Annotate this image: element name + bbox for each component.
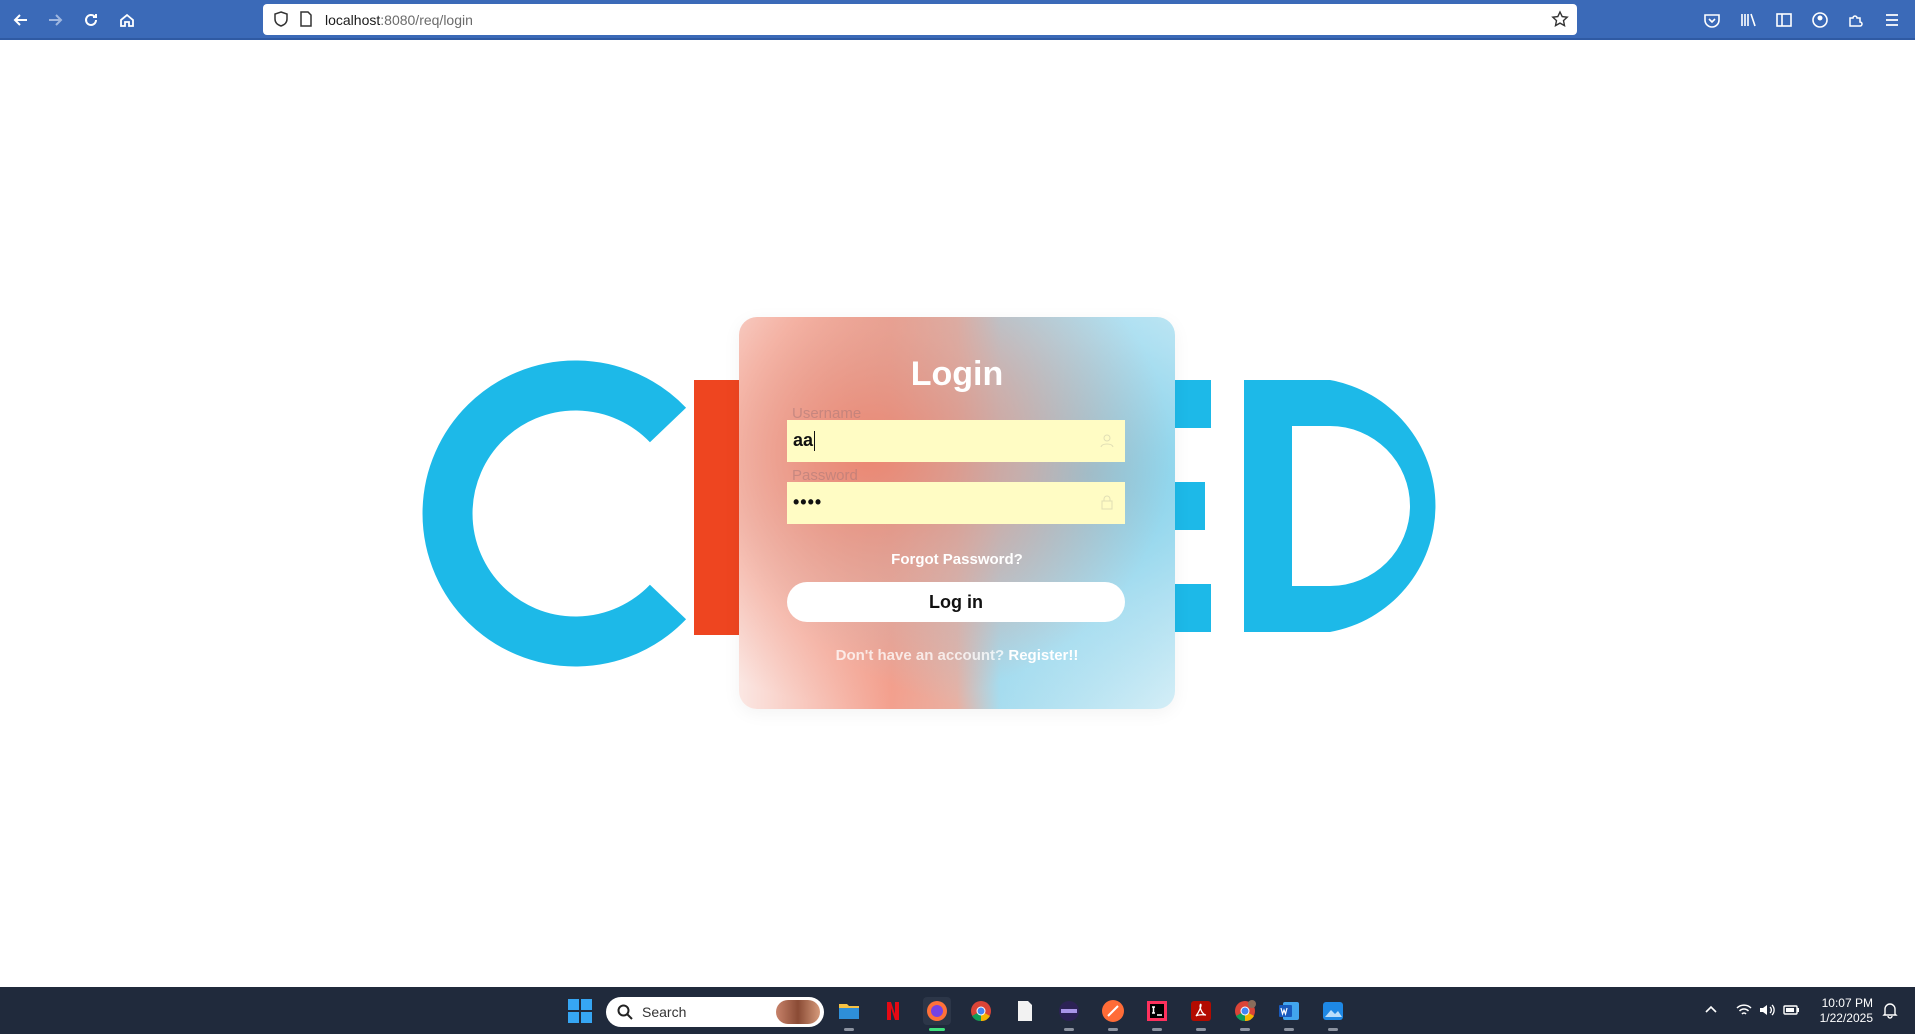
logo-letter-d	[1244, 380, 1436, 632]
login-card: Login Username aa Password •••• Forgot P…	[739, 317, 1175, 709]
firefox-icon[interactable]	[923, 997, 951, 1031]
pocket-icon[interactable]	[1703, 11, 1721, 29]
back-button[interactable]	[7, 6, 35, 34]
login-title: Login	[910, 355, 1004, 393]
notepad-icon[interactable]	[1011, 997, 1039, 1025]
intellij-icon[interactable]	[1143, 997, 1171, 1031]
page-content: Login Username aa Password •••• Forgot P…	[0, 40, 1915, 987]
text-caret	[814, 431, 816, 452]
running-indicator	[1196, 1028, 1206, 1031]
logo-letter-e-top	[1175, 380, 1211, 428]
chevron-up-icon[interactable]	[1702, 1001, 1720, 1019]
search-icon	[617, 1004, 633, 1020]
photos-icon[interactable]	[1319, 997, 1347, 1031]
battery-icon[interactable]	[1782, 1001, 1800, 1019]
search-label: Search	[642, 1004, 687, 1020]
windows-logo-tile	[568, 1012, 579, 1023]
url-host: localhost	[325, 12, 381, 28]
running-indicator	[1064, 1028, 1074, 1031]
volume-icon[interactable]	[1758, 1001, 1776, 1019]
password-field[interactable]: ••••	[787, 482, 1125, 524]
page-icon	[300, 11, 312, 27]
postman-icon[interactable]	[1099, 997, 1127, 1031]
logo-letter-e-bottom	[1175, 584, 1211, 632]
running-indicator	[1108, 1028, 1118, 1031]
browser-toolbar: localhost:8080/req/login	[0, 0, 1915, 40]
bookmark-star-icon[interactable]	[1551, 10, 1569, 28]
forward-arrow-icon	[49, 14, 63, 26]
chrome-profile-icon[interactable]	[1231, 997, 1259, 1031]
back-arrow-icon	[13, 14, 27, 26]
register-link[interactable]: Register!!	[1008, 647, 1078, 664]
running-indicator	[1152, 1028, 1162, 1031]
url-path: :8080/req/login	[380, 12, 473, 28]
word-icon[interactable]	[1275, 997, 1303, 1031]
running-indicator	[844, 1028, 854, 1031]
chrome-icon[interactable]	[967, 997, 995, 1025]
windows-logo-tile	[568, 999, 579, 1010]
active-indicator	[929, 1028, 945, 1031]
menu-icon[interactable]	[1883, 11, 1901, 29]
logo-red-block	[694, 380, 740, 635]
search-highlight-image	[776, 1000, 820, 1024]
forgot-password-link[interactable]: Forgot Password?	[739, 551, 1175, 568]
shield-icon	[274, 11, 288, 27]
clock-date: 1/22/2025	[1819, 1011, 1873, 1025]
url-text: localhost:8080/req/login	[325, 12, 473, 28]
register-prompt: Don't have an account? Register!!	[739, 647, 1175, 664]
netflix-icon[interactable]	[879, 997, 907, 1025]
password-value: ••••	[793, 492, 823, 512]
login-button[interactable]: Log in	[787, 582, 1125, 622]
eclipse-icon[interactable]	[1055, 997, 1083, 1031]
username-value: aa	[793, 430, 816, 452]
username-field[interactable]: aa	[787, 420, 1125, 462]
logo-letter-c	[422, 360, 687, 667]
home-icon	[120, 13, 134, 27]
reload-button[interactable]	[77, 6, 105, 34]
lock-icon	[1101, 495, 1113, 510]
extensions-icon[interactable]	[1847, 11, 1865, 29]
logo-letter-e-mid	[1175, 482, 1205, 530]
clock-time: 10:07 PM	[1821, 996, 1873, 1010]
register-prompt-text: Don't have an account?	[835, 647, 1005, 664]
file-explorer-icon[interactable]	[835, 997, 863, 1031]
running-indicator	[1328, 1028, 1338, 1031]
taskbar-search[interactable]: Search	[606, 997, 824, 1027]
forward-button[interactable]	[41, 6, 69, 34]
acrobat-icon[interactable]	[1187, 997, 1215, 1031]
taskbar: Search 10:07 PM 1/22/2025	[0, 987, 1915, 1034]
start-button[interactable]	[568, 999, 592, 1023]
windows-logo-tile	[581, 1012, 592, 1023]
account-icon[interactable]	[1811, 11, 1829, 29]
sidebar-icon[interactable]	[1775, 11, 1793, 29]
notification-bell-icon[interactable]	[1881, 1001, 1899, 1019]
wifi-icon[interactable]	[1735, 1001, 1753, 1019]
running-indicator	[1240, 1028, 1250, 1031]
user-icon	[1100, 434, 1114, 448]
library-icon[interactable]	[1739, 11, 1757, 29]
home-button[interactable]	[113, 6, 141, 34]
system-clock[interactable]: 10:07 PM 1/22/2025	[1820, 996, 1873, 1026]
address-bar[interactable]: localhost:8080/req/login	[263, 4, 1577, 35]
windows-logo-tile	[581, 999, 592, 1010]
reload-icon	[85, 13, 97, 26]
running-indicator	[1284, 1028, 1294, 1031]
